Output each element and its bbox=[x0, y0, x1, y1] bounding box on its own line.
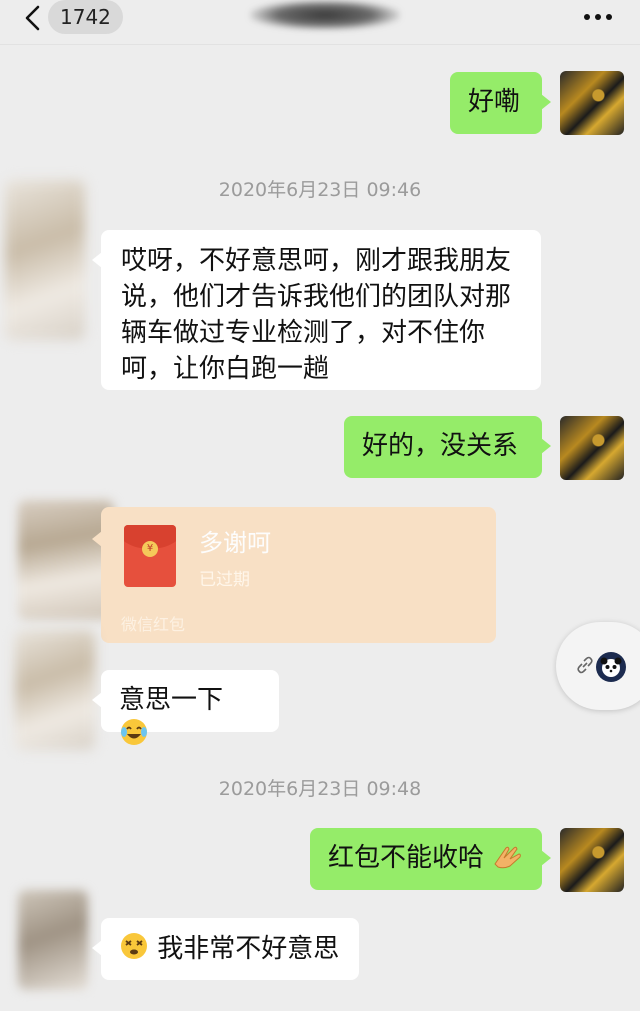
red-packet-card[interactable]: ¥ 多谢呵 已过期 微信红包 bbox=[92, 507, 496, 643]
message-bubble-self[interactable]: 红包不能收哈 bbox=[310, 828, 551, 890]
message-line: 呵，让你白跑一趟 bbox=[121, 354, 330, 384]
red-packet-title: 多谢呵 bbox=[199, 529, 271, 557]
message-text: 好的，没关系 bbox=[362, 431, 519, 461]
floating-window-widget[interactable] bbox=[556, 622, 640, 710]
unread-count-badge[interactable]: 1742 bbox=[48, 0, 123, 34]
message-timestamp: 2020年6月23日 09:48 bbox=[218, 778, 422, 800]
message-bubble-contact[interactable]: 意思一下 bbox=[92, 670, 279, 745]
message-text: 我非常不好意思 bbox=[157, 934, 340, 964]
chat-header: 1742 bbox=[0, 0, 640, 45]
message-timestamp: 2020年6月23日 09:46 bbox=[218, 179, 422, 201]
self-avatar[interactable] bbox=[560, 828, 624, 892]
message-line: 说，他们才告诉我他们的团队对那 bbox=[121, 282, 512, 312]
clapping-hands-emoji bbox=[494, 846, 522, 869]
message-line: 哎呀，不好意思呵，刚才跟我朋友 bbox=[121, 246, 512, 276]
red-packet-footer: 微信红包 bbox=[121, 615, 186, 634]
laughing-crying-emoji bbox=[121, 719, 147, 745]
link-icon bbox=[577, 656, 593, 674]
red-envelope-icon: ¥ bbox=[124, 525, 176, 587]
contact-avatar[interactable] bbox=[15, 630, 95, 750]
red-packet-status: 已过期 bbox=[199, 570, 250, 590]
message-bubble-self[interactable]: 好嘞 bbox=[450, 72, 551, 134]
dizzy-face-emoji bbox=[121, 933, 147, 959]
message-text: 红包不能收哈 bbox=[328, 843, 485, 873]
self-avatar[interactable] bbox=[560, 71, 624, 135]
contact-name-blurred bbox=[250, 0, 400, 30]
message-bubble-self[interactable]: 好的，没关系 bbox=[344, 416, 551, 478]
contact-avatar[interactable] bbox=[18, 500, 114, 620]
contact-avatar[interactable] bbox=[18, 890, 88, 990]
panda-avatar-icon bbox=[596, 652, 626, 682]
message-line: 辆车做过专业检测了，对不住你 bbox=[121, 318, 486, 348]
contact-avatar[interactable] bbox=[5, 180, 85, 340]
message-bubble-contact[interactable]: 哎呀，不好意思呵，刚才跟我朋友 说，他们才告诉我他们的团队对那 辆车做过专业检测… bbox=[92, 230, 541, 390]
message-text: 意思一下 bbox=[119, 685, 224, 715]
more-dots-icon[interactable] bbox=[582, 12, 614, 22]
message-text: 好嘞 bbox=[468, 87, 521, 117]
self-avatar[interactable] bbox=[560, 416, 624, 480]
chevron-left-icon[interactable] bbox=[22, 4, 46, 32]
message-bubble-contact[interactable]: 我非常不好意思 bbox=[92, 918, 359, 980]
